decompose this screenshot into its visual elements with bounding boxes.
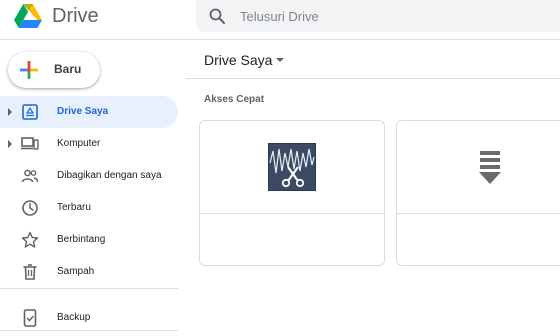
sidebar-item-label: Backup <box>57 312 91 323</box>
sidebar-item-computers[interactable]: Komputer <box>0 128 178 160</box>
app-name: Drive <box>52 5 99 27</box>
trash-icon <box>23 264 37 280</box>
colorful-plus-icon <box>20 61 38 79</box>
computer-icon <box>21 137 39 150</box>
sidebar-nav: Drive Saya Komputer Dibagikan dengan say… <box>0 96 186 334</box>
audio-cutter-icon <box>268 143 316 191</box>
google-drive-logo-icon[interactable] <box>14 4 42 28</box>
backup-phone-icon <box>23 309 37 327</box>
sidebar-item-label: Drive Saya <box>57 106 109 117</box>
sidebar-item-label: Dibagikan dengan saya <box>57 170 162 181</box>
sidebar-item-trash[interactable]: Sampah <box>0 256 178 288</box>
clock-icon <box>22 200 38 216</box>
star-icon <box>21 231 39 248</box>
file-thumbnail <box>200 121 384 214</box>
search-bar[interactable] <box>196 0 560 32</box>
sidebar-divider <box>0 288 178 289</box>
download-arrow-icon <box>479 151 501 184</box>
expand-caret-icon[interactable] <box>8 108 12 116</box>
new-button-label: Baru <box>54 62 82 76</box>
sidebar-item-label: Komputer <box>57 138 101 149</box>
my-drive-icon <box>22 104 38 120</box>
sidebar-item-recent[interactable]: Terbaru <box>0 192 178 224</box>
sidebar-divider <box>0 330 178 331</box>
quick-access-card[interactable] <box>396 120 560 266</box>
sidebar-item-starred[interactable]: Berbintang <box>0 224 178 256</box>
new-button[interactable]: Baru <box>8 52 100 88</box>
main-divider <box>186 78 560 79</box>
sidebar-item-shared-with-me[interactable]: Dibagikan dengan saya <box>0 160 178 192</box>
quick-access-heading: Akses Cepat <box>204 94 265 105</box>
quick-access-card[interactable] <box>199 120 385 266</box>
file-thumbnail <box>397 121 560 214</box>
page-title: Drive Saya <box>204 52 273 68</box>
sidebar-item-my-drive[interactable]: Drive Saya <box>0 96 178 128</box>
location-dropdown[interactable]: Drive Saya <box>196 46 560 74</box>
sidebar-item-label: Terbaru <box>57 202 91 213</box>
expand-caret-icon[interactable] <box>8 140 12 148</box>
top-bar: Drive <box>0 0 560 40</box>
shared-people-icon <box>21 169 39 183</box>
search-icon[interactable] <box>208 7 226 25</box>
chevron-down-icon <box>276 58 284 62</box>
search-input[interactable] <box>240 6 540 26</box>
sidebar-item-label: Sampah <box>57 266 95 277</box>
sidebar-item-label: Berbintang <box>57 234 106 245</box>
